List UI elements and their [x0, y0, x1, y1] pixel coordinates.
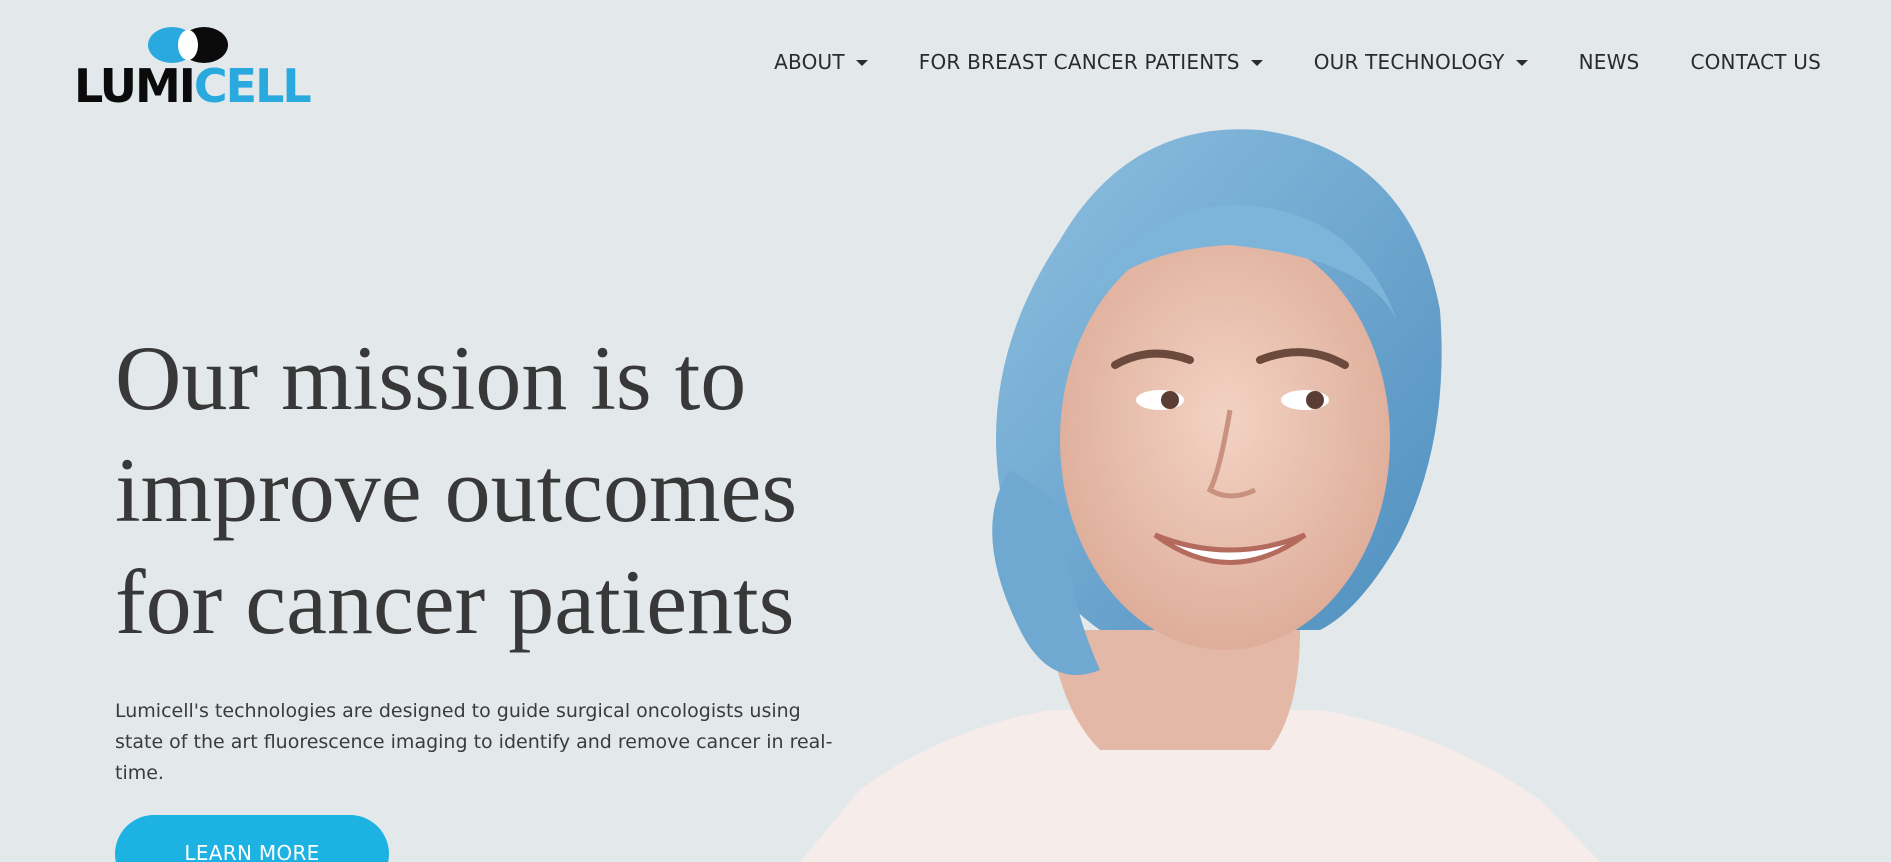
- nav-contact-us[interactable]: CONTACT US: [1690, 50, 1821, 74]
- nav-contact-us-label: CONTACT US: [1690, 50, 1821, 74]
- site-header: LUMICELL ABOUT FOR BREAST CANCER PATIENT…: [0, 0, 1891, 120]
- caret-down-icon: [1515, 60, 1528, 66]
- hero-headline-line: Our mission is to: [115, 327, 747, 429]
- logo-text-cell: CELL: [193, 59, 312, 113]
- main-nav: ABOUT FOR BREAST CANCER PATIENTS OUR TEC…: [723, 50, 1821, 74]
- hero-description: Lumicell's technologies are designed to …: [115, 700, 833, 784]
- learn-more-label: LEARN MORE: [184, 841, 320, 862]
- caret-down-icon: [1250, 60, 1263, 66]
- hero-text-block: Our mission is to improve outcomes for c…: [115, 322, 875, 808]
- nav-news[interactable]: NEWS: [1579, 50, 1640, 74]
- hero-headline-line: improve outcomes: [115, 439, 798, 541]
- nav-our-technology[interactable]: OUR TECHNOLOGY: [1314, 50, 1528, 74]
- hero-portrait-image: [800, 129, 1600, 862]
- nav-news-label: NEWS: [1578, 50, 1640, 74]
- nav-our-technology-label: OUR TECHNOLOGY: [1313, 50, 1505, 74]
- logo-text-lumi: LUMI: [74, 59, 196, 113]
- nav-about-label: ABOUT: [774, 50, 845, 74]
- nav-about[interactable]: ABOUT: [774, 50, 868, 74]
- learn-more-button[interactable]: LEARN MORE: [115, 815, 389, 862]
- caret-down-icon: [855, 60, 868, 66]
- hero-headline-line: for cancer patients: [115, 551, 795, 653]
- hero-headline: Our mission is to improve outcomes for c…: [115, 322, 875, 658]
- logo-wordmark: LUMICELL: [74, 59, 312, 113]
- nav-breast-cancer-patients[interactable]: FOR BREAST CANCER PATIENTS: [919, 50, 1263, 74]
- nav-breast-cancer-patients-label: FOR BREAST CANCER PATIENTS: [918, 50, 1240, 74]
- logo[interactable]: LUMICELL: [74, 26, 312, 110]
